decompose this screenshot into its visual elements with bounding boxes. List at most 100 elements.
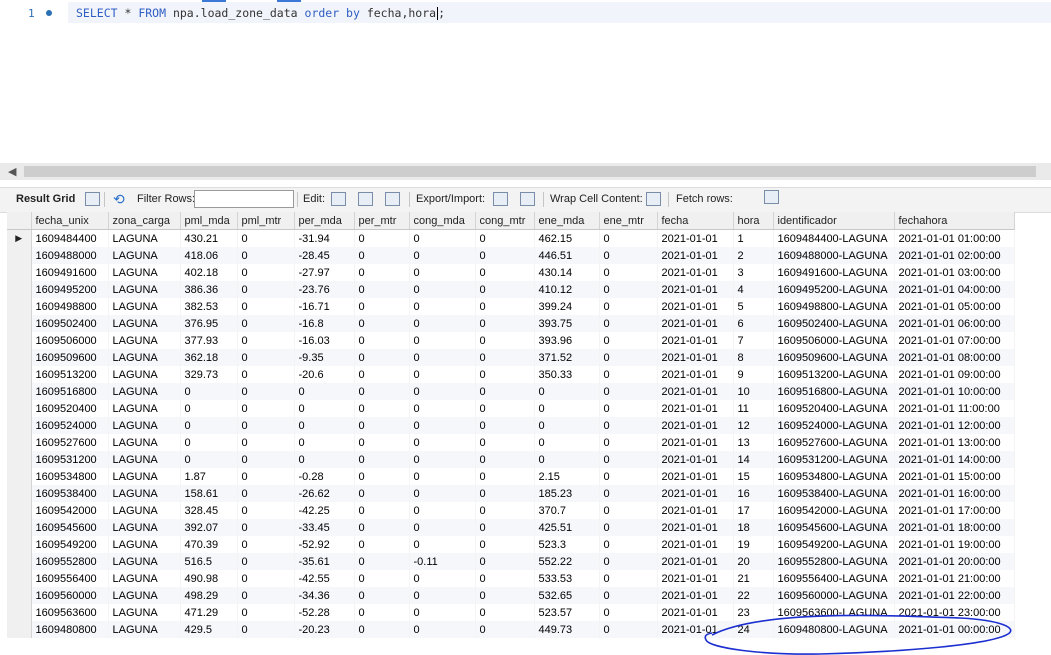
- cell-cong-mtr[interactable]: 0: [475, 281, 535, 298]
- cell-zona-carga[interactable]: LAGUNA: [108, 332, 181, 349]
- table-row[interactable]: 1609556400 LAGUNA 490.98 0 -42.55 0 0 0 533.53 0 2…: [7, 570, 1015, 587]
- editor-horizontal-scrollbar[interactable]: ◀: [0, 163, 1051, 180]
- cell-ene-mtr[interactable]: 0: [599, 485, 658, 502]
- cell-fechahora[interactable]: 2021-01-01 12:00:00: [894, 417, 1015, 434]
- cell-per-mda[interactable]: -33.45: [294, 519, 355, 536]
- row-indicator[interactable]: [7, 349, 32, 366]
- cell-cong-mtr[interactable]: 0: [475, 587, 535, 604]
- cell-identificador[interactable]: 1609556400-LAGUNA: [773, 570, 895, 587]
- edit-row-icon[interactable]: [331, 192, 346, 206]
- cell-fecha[interactable]: 2021-01-01: [657, 621, 734, 638]
- table-row[interactable]: 1609506000 LAGUNA 377.93 0 -16.03 0 0 0 393.96 0 2…: [7, 332, 1015, 349]
- cell-hora[interactable]: 6: [733, 315, 774, 332]
- column-header-identificador[interactable]: identificador: [773, 212, 895, 230]
- cell-ene-mda[interactable]: 0: [534, 400, 600, 417]
- cell-identificador[interactable]: 1609538400-LAGUNA: [773, 485, 895, 502]
- cell-pml-mtr[interactable]: 0: [237, 298, 295, 315]
- cell-cong-mtr[interactable]: 0: [475, 451, 535, 468]
- cell-per-mda[interactable]: 0: [294, 400, 355, 417]
- column-header-fechahora[interactable]: fechahora: [894, 212, 1015, 230]
- cell-fecha-unix[interactable]: 1609491600: [31, 264, 109, 281]
- cell-pml-mda[interactable]: 386.36: [180, 281, 238, 298]
- cell-fecha-unix[interactable]: 1609484400: [31, 229, 109, 247]
- cell-zona-carga[interactable]: LAGUNA: [108, 434, 181, 451]
- table-row[interactable]: 1609549200 LAGUNA 470.39 0 -52.92 0 0 0 523.3 0 20…: [7, 536, 1015, 553]
- cell-ene-mda[interactable]: 393.96: [534, 332, 600, 349]
- cell-pml-mtr[interactable]: 0: [237, 587, 295, 604]
- cell-fecha[interactable]: 2021-01-01: [657, 587, 734, 604]
- cell-zona-carga[interactable]: LAGUNA: [108, 570, 181, 587]
- cell-cong-mtr[interactable]: 0: [475, 349, 535, 366]
- cell-cong-mtr[interactable]: 0: [475, 519, 535, 536]
- cell-identificador[interactable]: 1609524000-LAGUNA: [773, 417, 895, 434]
- cell-cong-mtr[interactable]: 0: [475, 621, 535, 638]
- cell-pml-mda[interactable]: 430.21: [180, 229, 238, 247]
- table-row[interactable]: 1609563600 LAGUNA 471.29 0 -52.28 0 0 0 523.57 0 2…: [7, 604, 1015, 621]
- cell-cong-mtr[interactable]: 0: [475, 553, 535, 570]
- cell-hora[interactable]: 7: [733, 332, 774, 349]
- row-indicator[interactable]: [7, 587, 32, 604]
- cell-fecha-unix[interactable]: 1609509600: [31, 349, 109, 366]
- cell-pml-mda[interactable]: 376.95: [180, 315, 238, 332]
- cell-fechahora[interactable]: 2021-01-01 14:00:00: [894, 451, 1015, 468]
- cell-per-mda[interactable]: 0: [294, 451, 355, 468]
- cell-per-mda[interactable]: -23.76: [294, 281, 355, 298]
- cell-fecha-unix[interactable]: 1609538400: [31, 485, 109, 502]
- cell-ene-mda[interactable]: 425.51: [534, 519, 600, 536]
- column-header-per-mda[interactable]: per_mda: [294, 212, 355, 230]
- row-indicator[interactable]: [7, 417, 32, 434]
- cell-hora[interactable]: 10: [733, 383, 774, 400]
- cell-pml-mtr[interactable]: 0: [237, 519, 295, 536]
- cell-fechahora[interactable]: 2021-01-01 08:00:00: [894, 349, 1015, 366]
- cell-per-mda[interactable]: 0: [294, 434, 355, 451]
- cell-per-mda[interactable]: -31.94: [294, 229, 355, 247]
- column-header-cong-mda[interactable]: cong_mda: [409, 212, 476, 230]
- wrap-cell-icon[interactable]: [646, 192, 661, 206]
- result-grid[interactable]: fecha_unix zona_carga pml_mda pml_mtr per_md…: [7, 212, 1015, 638]
- cell-cong-mda[interactable]: -0.11: [409, 553, 476, 570]
- cell-cong-mtr[interactable]: 0: [475, 264, 535, 281]
- row-indicator[interactable]: [7, 553, 32, 570]
- cell-ene-mtr[interactable]: 0: [599, 400, 658, 417]
- table-row[interactable]: 1609560000 LAGUNA 498.29 0 -34.36 0 0 0 532.65 0 2…: [7, 587, 1015, 604]
- result-grid-tab[interactable]: Result Grid: [16, 193, 75, 205]
- cell-pml-mda[interactable]: 498.29: [180, 587, 238, 604]
- cell-ene-mda[interactable]: 0: [534, 417, 600, 434]
- cell-cong-mda[interactable]: 0: [409, 400, 476, 417]
- cell-fecha[interactable]: 2021-01-01: [657, 502, 734, 519]
- cell-cong-mtr[interactable]: 0: [475, 485, 535, 502]
- cell-zona-carga[interactable]: LAGUNA: [108, 315, 181, 332]
- cell-zona-carga[interactable]: LAGUNA: [108, 621, 181, 638]
- cell-per-mda[interactable]: -9.35: [294, 349, 355, 366]
- table-row[interactable]: 1609502400 LAGUNA 376.95 0 -16.8 0 0 0 393.75 0 20…: [7, 315, 1015, 332]
- table-row[interactable]: 1609552800 LAGUNA 516.5 0 -35.61 0 -0.11 0 552.2…: [7, 553, 1015, 570]
- cell-identificador[interactable]: 1609513200-LAGUNA: [773, 366, 895, 383]
- row-indicator[interactable]: [7, 366, 32, 383]
- cell-fechahora[interactable]: 2021-01-01 06:00:00: [894, 315, 1015, 332]
- cell-hora[interactable]: 13: [733, 434, 774, 451]
- cell-cong-mda[interactable]: 0: [409, 298, 476, 315]
- cell-zona-carga[interactable]: LAGUNA: [108, 383, 181, 400]
- cell-hora[interactable]: 15: [733, 468, 774, 485]
- cell-hora[interactable]: 20: [733, 553, 774, 570]
- cell-fecha-unix[interactable]: 1609552800: [31, 553, 109, 570]
- cell-ene-mtr[interactable]: 0: [599, 298, 658, 315]
- cell-fecha[interactable]: 2021-01-01: [657, 400, 734, 417]
- cell-cong-mtr[interactable]: 0: [475, 570, 535, 587]
- cell-cong-mda[interactable]: 0: [409, 247, 476, 264]
- cell-per-mtr[interactable]: 0: [354, 229, 410, 247]
- cell-fecha[interactable]: 2021-01-01: [657, 366, 734, 383]
- cell-fechahora[interactable]: 2021-01-01 22:00:00: [894, 587, 1015, 604]
- cell-pml-mda[interactable]: 1.87: [180, 468, 238, 485]
- cell-cong-mda[interactable]: 0: [409, 604, 476, 621]
- cell-fecha-unix[interactable]: 1609563600: [31, 604, 109, 621]
- cell-pml-mtr[interactable]: 0: [237, 621, 295, 638]
- cell-per-mtr[interactable]: 0: [354, 434, 410, 451]
- cell-per-mtr[interactable]: 0: [354, 264, 410, 281]
- cell-hora[interactable]: 3: [733, 264, 774, 281]
- cell-per-mda[interactable]: -52.28: [294, 604, 355, 621]
- cell-per-mda[interactable]: -42.55: [294, 570, 355, 587]
- cell-cong-mtr[interactable]: 0: [475, 332, 535, 349]
- cell-fecha[interactable]: 2021-01-01: [657, 349, 734, 366]
- cell-identificador[interactable]: 1609563600-LAGUNA: [773, 604, 895, 621]
